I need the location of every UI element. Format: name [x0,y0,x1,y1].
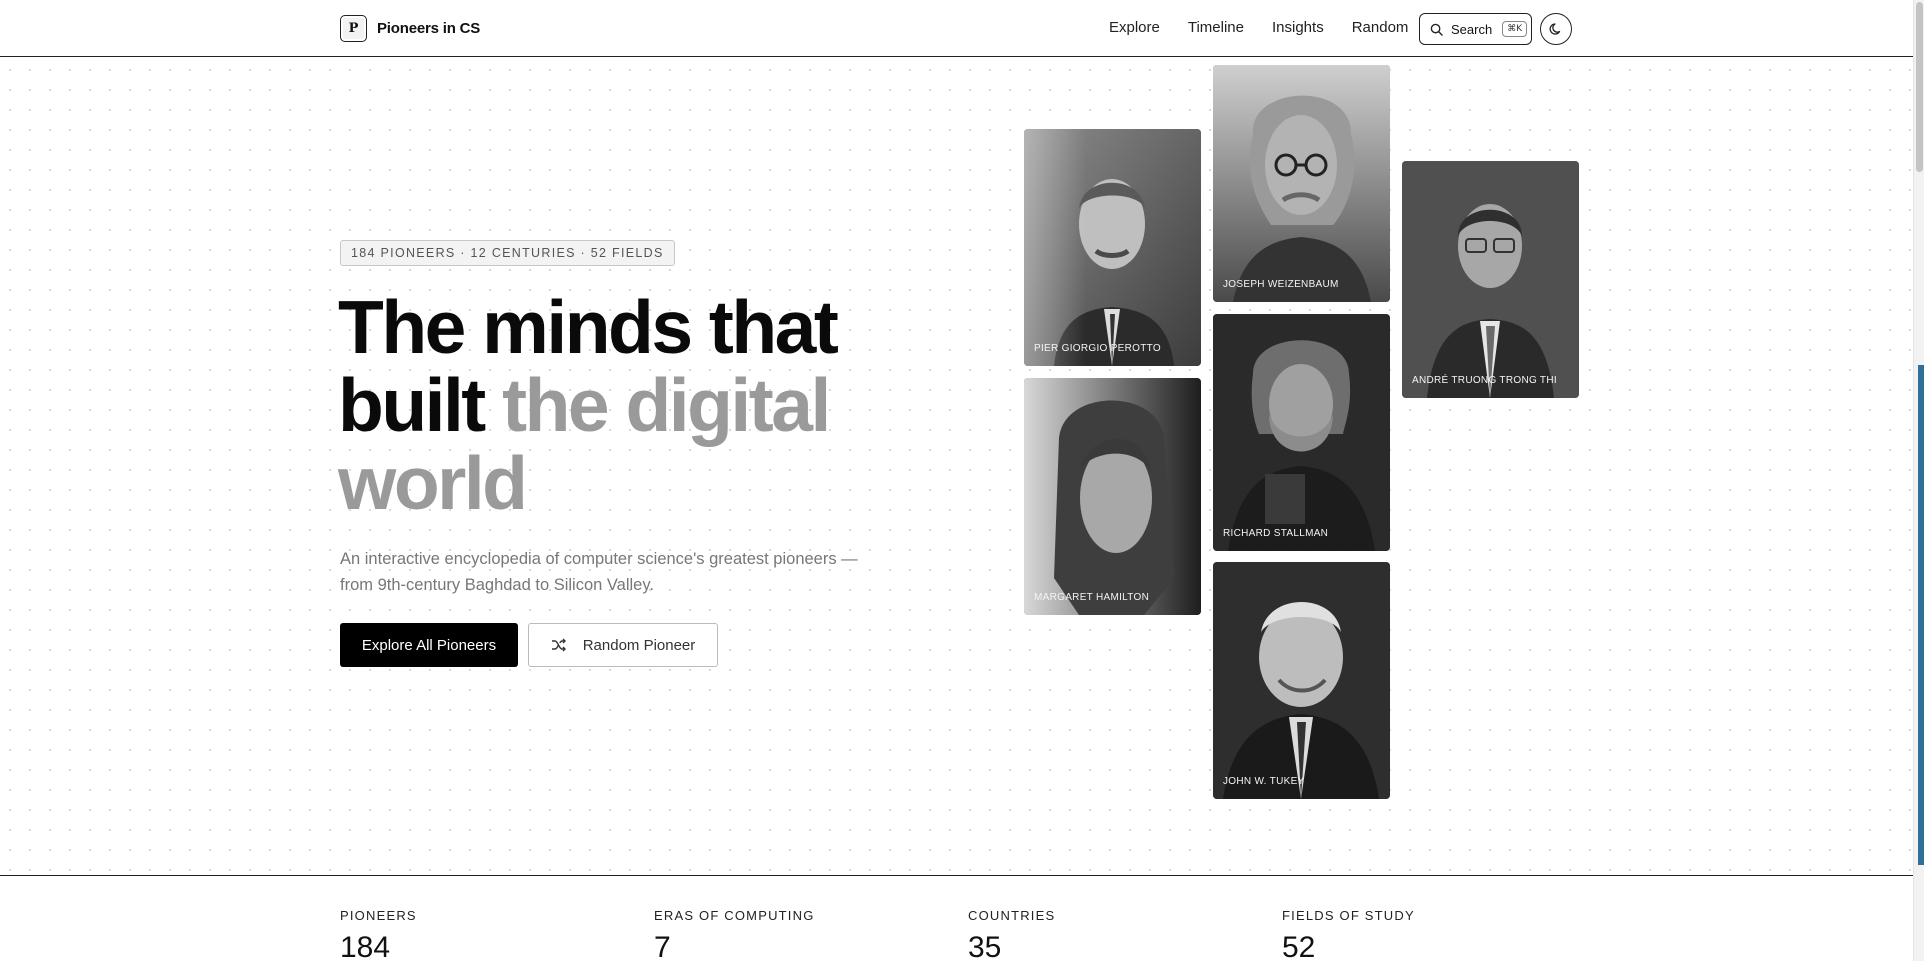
theme-toggle-button[interactable] [1540,13,1572,45]
stat-fields: FIELDS OF STUDY 52 [1282,908,1415,961]
portrait-name: MARGARET HAMILTON [1034,592,1150,603]
search-label: Search [1451,21,1493,37]
stat-countries: COUNTRIES 35 [968,908,1055,961]
scrollbar-thumb[interactable] [1916,2,1923,172]
nav-timeline[interactable]: Timeline [1188,19,1244,36]
stats-badge: 184 PIONEERS · 12 CENTURIES · 52 FIELDS [340,240,675,266]
portrait-card-hamilton[interactable]: MARGARET HAMILTON [1024,378,1201,615]
stat-value: 184 [340,931,391,961]
stat-eras: ERAS OF COMPUTING 7 [654,908,815,961]
stat-label: ERAS OF COMPUTING [654,908,815,923]
portrait-card-perotto[interactable]: PIER GIORGIO PEROTTO [1024,129,1201,366]
shuffle-icon [551,638,566,652]
brand-name: Pioneers in CS [377,20,481,37]
portrait-image [1024,378,1201,615]
stat-value: 35 [968,931,1002,961]
portrait-image [1024,129,1201,366]
random-pioneer-button[interactable]: Random Pioneer [528,623,718,667]
search-shortcut: ⌘K [1502,21,1528,37]
page-title: The minds that built the digital world [338,288,898,522]
stat-label: FIELDS OF STUDY [1282,908,1415,923]
portrait-image [1402,161,1579,398]
nav-insights[interactable]: Insights [1272,19,1324,36]
portrait-name: JOSEPH WEIZENBAUM [1223,279,1339,290]
portrait-image [1213,562,1390,799]
stat-label: PIONEERS [340,908,417,923]
portrait-card-truong[interactable]: ANDRÉ TRUONG TRONG THI [1402,161,1579,398]
logo-icon: P [340,15,367,42]
stat-value: 52 [1282,931,1316,961]
search-icon [1430,23,1443,36]
portrait-card-tukey[interactable]: JOHN W. TUKEY [1213,562,1390,799]
portrait-card-weizenbaum[interactable]: JOSEPH WEIZENBAUM [1213,65,1390,302]
nav-explore[interactable]: Explore [1109,19,1160,36]
random-pioneer-label: Random Pioneer [582,636,696,654]
explore-all-button[interactable]: Explore All Pioneers [340,623,518,667]
main-nav: Explore Timeline Insights Random [1109,19,1436,36]
portrait-card-stallman[interactable]: RICHARD STALLMAN [1213,314,1390,551]
hero-subtitle: An interactive encyclopedia of computer … [340,550,858,594]
headline-line-2-muted: the digital [502,363,831,447]
moon-icon [1549,23,1561,35]
portrait-name: ANDRÉ TRUONG TRONG THI [1412,375,1557,386]
stat-label: COUNTRIES [968,908,1056,923]
headline-line-3-muted: world [338,441,528,525]
site-header: P Pioneers in CS Explore Timeline Insigh… [0,0,1913,57]
portrait-name: RICHARD STALLMAN [1223,528,1329,539]
portrait-name: JOHN W. TUKEY [1223,776,1305,787]
search-button[interactable]: Search ⌘K [1419,13,1532,45]
stat-value: 7 [654,931,671,961]
portrait-image [1213,314,1390,551]
nav-random[interactable]: Random [1352,19,1409,36]
headline-line-1: The minds that [338,285,839,369]
stat-pioneers: PIONEERS 184 [340,908,417,961]
edge-decoration [1918,365,1924,865]
portrait-name: PIER GIORGIO PEROTTO [1034,343,1161,354]
brand-link[interactable]: P Pioneers in CS [340,15,480,42]
stats-section: PIONEERS 184 ERAS OF COMPUTING 7 COUNTRI… [0,875,1913,961]
headline-line-2-dark: built [338,363,486,447]
portrait-image [1213,65,1390,302]
